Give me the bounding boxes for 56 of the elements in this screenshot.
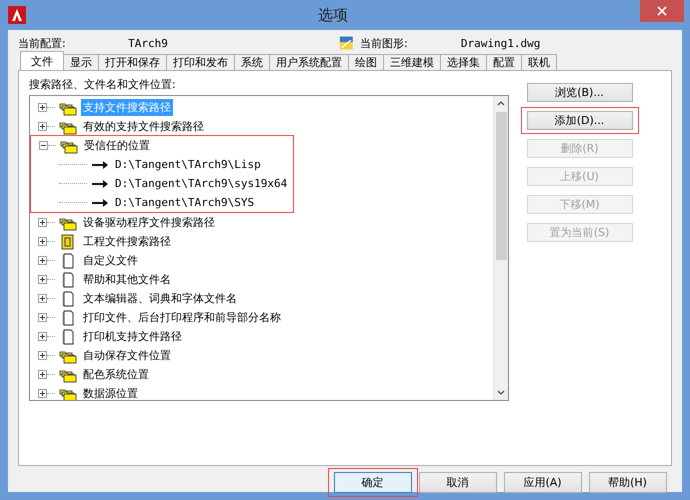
tree-item[interactable]: 打印机支持文件路径 [81, 328, 184, 345]
app-logo-icon [8, 6, 26, 24]
tree-item[interactable]: 文本编辑器、词典和字体文件名 [81, 290, 239, 307]
scrollbar[interactable] [493, 96, 508, 400]
tree-item[interactable]: 配色系统位置 [81, 366, 151, 383]
dialog-button[interactable]: 帮助(H) [588, 472, 666, 492]
tree-item[interactable]: 帮助和其他文件名 [81, 271, 173, 288]
tree-item[interactable]: D:\Tangent\TArch9\sys19x64 [113, 176, 290, 191]
tab[interactable]: 显示 [63, 54, 99, 70]
tree-item[interactable]: 自动保存文件位置 [81, 347, 173, 364]
tab[interactable]: 打印和发布 [166, 54, 235, 70]
drawing-label: 当前图形: [360, 36, 409, 50]
expand-icon[interactable] [38, 256, 47, 265]
tree-item[interactable]: D:\Tangent\TArch9\Lisp [113, 157, 263, 172]
expand-icon[interactable] [38, 103, 47, 112]
dialog-button[interactable]: 确定 [334, 472, 412, 492]
tree-item[interactable]: 数据源位置 [81, 385, 140, 400]
tab[interactable]: 选择集 [440, 54, 487, 70]
expand-icon[interactable] [38, 218, 47, 227]
expand-icon[interactable] [38, 351, 47, 360]
dialog-button[interactable]: 取消 [418, 472, 496, 492]
tab[interactable]: 配置 [486, 54, 522, 70]
tab[interactable]: 三维建模 [383, 54, 441, 70]
collapse-icon[interactable] [39, 141, 48, 150]
profile-value: TArch9 [128, 36, 169, 50]
expand-icon[interactable] [38, 294, 47, 303]
expand-icon[interactable] [38, 370, 47, 379]
tree-item[interactable]: 打印文件、后台打印程序和前导部分名称 [81, 309, 283, 326]
tab[interactable]: 文件 [20, 51, 64, 70]
tree-item[interactable]: 工程文件搜索路径 [81, 233, 173, 250]
side-button[interactable]: 添加(D)... [526, 110, 632, 130]
expand-icon[interactable] [38, 389, 47, 398]
tab[interactable]: 系统 [234, 54, 270, 70]
tree-item[interactable]: 自定义文件 [81, 252, 140, 269]
drawing-icon [339, 35, 354, 51]
dialog-button[interactable]: 应用(A) [504, 472, 582, 492]
tab[interactable]: 用户系统配置 [269, 54, 349, 70]
window-title: 选项 [317, 6, 349, 24]
profile-label: 当前配置: [18, 36, 67, 50]
tree-item[interactable]: 有效的支持文件搜索路径 [81, 118, 206, 135]
expand-icon[interactable] [38, 332, 47, 341]
tree-label: 搜索路径、文件名和文件位置: [29, 77, 177, 92]
tab[interactable]: 联机 [521, 54, 557, 70]
tab[interactable]: 绘图 [348, 54, 384, 70]
drawing-value: Drawing1.dwg [460, 36, 542, 50]
tab[interactable]: 打开和保存 [98, 54, 167, 70]
side-button[interactable]: 浏览(B)... [526, 82, 632, 102]
close-icon [657, 6, 667, 16]
tree-item[interactable]: D:\Tangent\TArch9\SYS [113, 195, 256, 210]
close-button[interactable] [640, 0, 684, 22]
expand-icon[interactable] [38, 275, 47, 284]
tree-item[interactable]: 设备驱动程序文件搜索路径 [81, 214, 217, 231]
expand-icon[interactable] [38, 122, 47, 131]
expand-icon[interactable] [38, 313, 47, 322]
expand-icon[interactable] [38, 237, 47, 246]
tree-item[interactable]: 受信任的位置 [82, 137, 152, 154]
